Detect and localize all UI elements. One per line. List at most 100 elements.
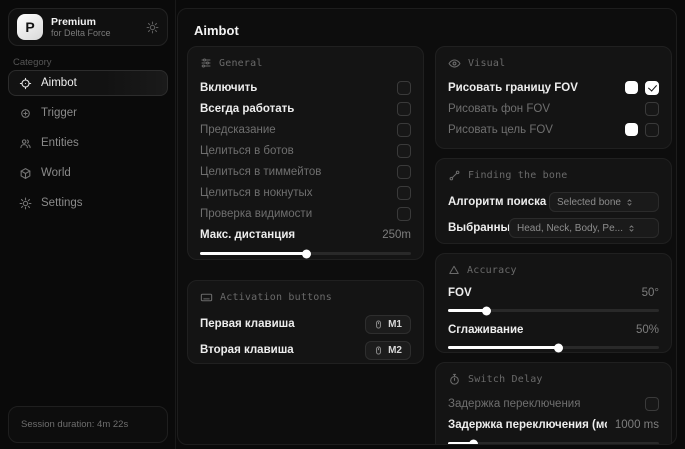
setting-row: Задержка переключения: [448, 393, 659, 414]
setting-label: Вторая клавиша: [200, 344, 365, 356]
setting-label: Рисовать цель FOV: [448, 124, 625, 136]
checkbox[interactable]: [397, 207, 411, 221]
bone-algorithm-select[interactable]: Selected bone: [549, 192, 659, 212]
unfold-icon: [625, 198, 634, 207]
logo-letter: P: [25, 19, 34, 35]
setting-row: Всегда работать: [200, 98, 411, 119]
session-duration-text: Session duration: 4m 22s: [21, 419, 128, 430]
sidebar-nav: Aimbot Trigger Entities World: [8, 70, 168, 220]
keybind-value: M1: [388, 319, 402, 330]
app-logo: P: [17, 14, 43, 40]
checkbox[interactable]: [397, 186, 411, 200]
panel-accuracy: Accuracy FOV 50° Сглаживание 50%: [435, 253, 672, 353]
setting-label: Целиться в тиммейтов: [200, 166, 397, 178]
setting-label: Рисовать фон FOV: [448, 103, 645, 115]
panel-general-header: General: [200, 55, 411, 71]
checkbox[interactable]: [645, 81, 659, 95]
checkbox[interactable]: [397, 144, 411, 158]
settings-gear-icon: [19, 197, 32, 210]
setting-label: FOV: [448, 287, 634, 299]
select-value: Head, Neck, Body, Pe...: [517, 223, 623, 234]
checkbox[interactable]: [397, 123, 411, 137]
dropdown-row: Алгоритм поиска кости Selected bone: [448, 189, 659, 215]
setting-label: Задержка переключения: [448, 398, 645, 410]
panel-title: Activation buttons: [220, 292, 332, 303]
eye-icon: [448, 57, 461, 70]
mouse-icon: [374, 345, 383, 356]
select-value: Selected bone: [557, 197, 621, 208]
setting-label: Включить: [200, 82, 397, 94]
slider-thumb[interactable]: [482, 306, 491, 315]
sidebar-item-label: Trigger: [41, 107, 77, 119]
sidebar-item-trigger[interactable]: Trigger: [8, 100, 168, 126]
setting-label: Целиться в нокнутых: [200, 187, 397, 199]
panel-title: Switch Delay: [468, 374, 543, 385]
panel-activation-header: Activation buttons: [200, 289, 411, 305]
crosshair-icon: [19, 77, 32, 90]
color-swatch[interactable]: [625, 81, 638, 94]
panel-switch-header: Switch Delay: [448, 371, 659, 387]
license-subtitle: for Delta Force: [51, 28, 138, 39]
setting-label: Задержка переключения (мс): [448, 419, 607, 431]
trigger-icon: [19, 107, 32, 120]
setting-row: Целиться в тиммейтов: [200, 161, 411, 182]
setting-label: Предсказание: [200, 124, 397, 136]
smoothing-slider[interactable]: [448, 346, 659, 349]
panel-accuracy-header: Accuracy: [448, 262, 659, 278]
keyboard-icon: [200, 291, 213, 304]
slider-value: 50°: [642, 287, 659, 299]
checkbox[interactable]: [645, 123, 659, 137]
panel-title: Accuracy: [467, 265, 517, 276]
triangle-icon: [448, 264, 460, 276]
panel-finding-header: Finding the bone: [448, 167, 659, 183]
page-title: Aimbot: [194, 23, 239, 38]
selected-bones-select[interactable]: Head, Neck, Body, Pe...: [509, 218, 659, 238]
keybind-value: M2: [388, 345, 402, 356]
checkbox[interactable]: [397, 81, 411, 95]
sidebar-item-aimbot[interactable]: Aimbot: [8, 70, 168, 96]
setting-row: Проверка видимости: [200, 203, 411, 224]
setting-label: Проверка видимости: [200, 208, 397, 220]
main-panel: Aimbot General Включить Всегда работать …: [177, 8, 677, 445]
panel-title: General: [219, 58, 263, 69]
category-label: Category: [13, 57, 52, 68]
switch-delay-slider[interactable]: [448, 442, 659, 445]
entities-icon: [19, 137, 32, 150]
gear-icon[interactable]: [146, 21, 159, 34]
sidebar-item-settings[interactable]: Settings: [8, 190, 168, 216]
checkbox[interactable]: [645, 102, 659, 116]
keybind-button-m1[interactable]: M1: [365, 315, 411, 334]
sidebar-item-label: Settings: [41, 197, 83, 209]
setting-label: Макс. дистанция: [200, 229, 374, 241]
slider-thumb[interactable]: [302, 249, 311, 258]
panel-switch-delay: Switch Delay Задержка переключения Задер…: [435, 362, 672, 445]
sliders-icon: [200, 57, 212, 69]
checkbox[interactable]: [645, 397, 659, 411]
setting-row: Рисовать цель FOV: [448, 119, 659, 140]
color-swatch[interactable]: [625, 123, 638, 136]
setting-label: Рисовать границу FOV: [448, 82, 625, 94]
setting-label: Выбранные кости: [448, 222, 509, 234]
setting-label: Целиться в ботов: [200, 145, 397, 157]
bone-icon: [448, 169, 461, 182]
keybind-button-m2[interactable]: M2: [365, 341, 411, 360]
slider-thumb[interactable]: [469, 439, 478, 445]
slider-value: 250m: [382, 229, 411, 241]
slider-group: Сглаживание 50%: [448, 321, 659, 349]
panel-visual-header: Visual: [448, 55, 659, 71]
setting-label: Первая клавиша: [200, 318, 365, 330]
fov-slider[interactable]: [448, 309, 659, 312]
checkbox[interactable]: [397, 102, 411, 116]
sidebar-item-world[interactable]: World: [8, 160, 168, 186]
setting-row: Рисовать фон FOV: [448, 98, 659, 119]
slider-value: 1000 ms: [615, 419, 659, 431]
checkbox[interactable]: [397, 165, 411, 179]
license-card: P Premium for Delta Force: [8, 8, 168, 46]
panel-title: Finding the bone: [468, 170, 568, 181]
setting-row: Рисовать границу FOV: [448, 77, 659, 98]
max-distance-slider[interactable]: [200, 252, 411, 255]
sidebar-item-entities[interactable]: Entities: [8, 130, 168, 156]
session-duration: Session duration: 4m 22s: [8, 406, 168, 443]
setting-row: Целиться в нокнутых: [200, 182, 411, 203]
slider-thumb[interactable]: [554, 343, 563, 352]
